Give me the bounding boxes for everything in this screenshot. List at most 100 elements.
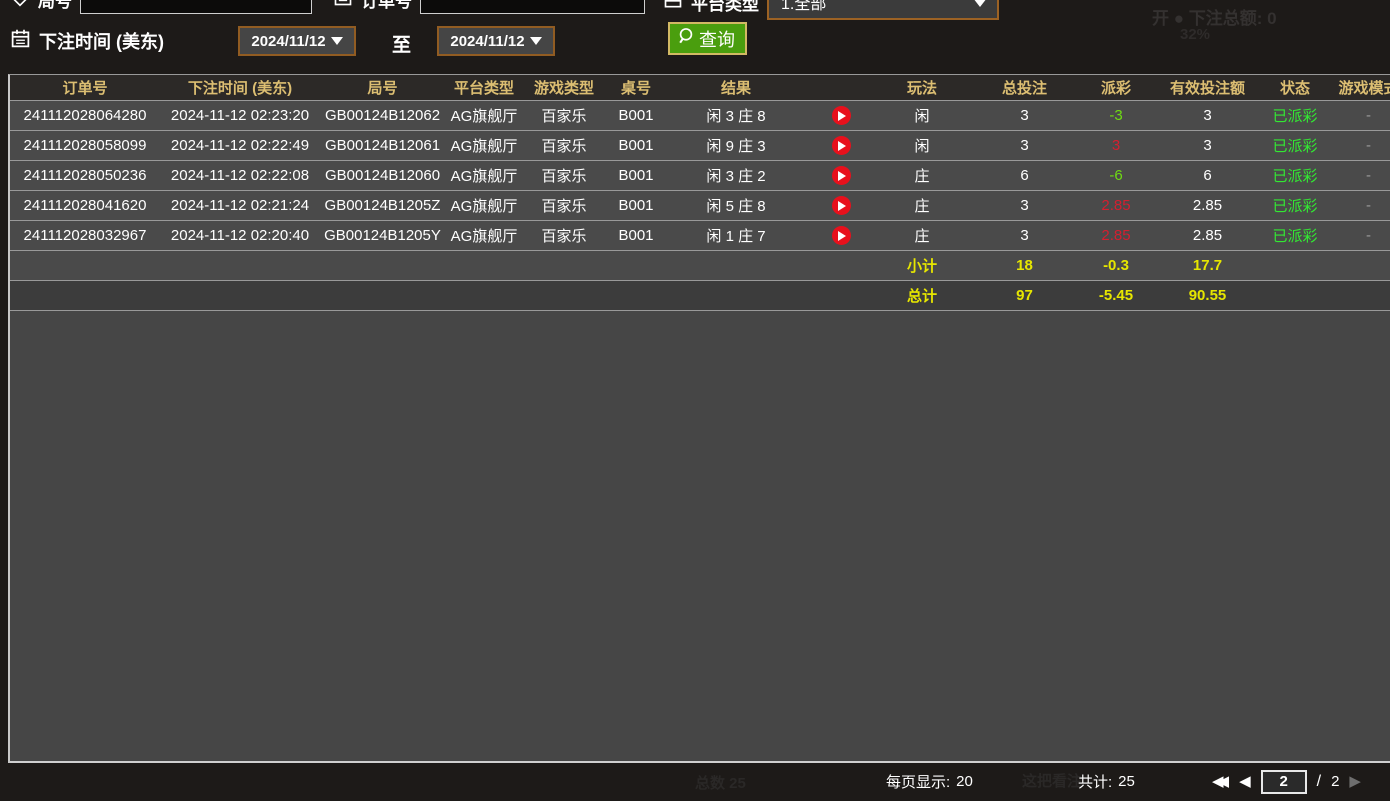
platform-type-label: 平台类型 [691,0,759,15]
cell-table-no: B001 [605,161,667,191]
cell-mode: - [1325,101,1390,131]
platform-type-select[interactable]: 1.全部 [767,0,999,20]
chevron-down-icon [973,0,987,7]
cell-time: 2024-11-12 02:23:20 [160,101,320,131]
date-from-value: 2024/11/12 [251,33,325,50]
previous-page-icon[interactable]: ◀ [1239,774,1251,789]
cell-mode: - [1325,131,1390,161]
total-count-group: 共计: 25 [1078,762,1135,801]
cell-platform: AG旗舰厅 [445,161,523,191]
cell-status: 已派彩 [1265,161,1325,191]
cell-payout: 2.85 [1082,221,1150,251]
table-header-row: 订单号 下注时间 (美东) 局号 平台类型 游戏类型 桌号 结果 玩法 总投注 … [10,75,1390,101]
cell-platform: AG旗舰厅 [445,191,523,221]
page-total: 2 [1331,773,1339,790]
cell-platform: AG旗舰厅 [445,101,523,131]
cell-total-bet: 3 [967,131,1082,161]
play-video-icon[interactable] [832,226,851,245]
cell-round: GB00124B12060 [320,161,445,191]
cell-time: 2024-11-12 02:22:49 [160,131,320,161]
first-page-icon[interactable]: ◀◀ [1212,774,1229,789]
date-from-picker[interactable]: 2024/11/12 [238,26,356,56]
query-button-label: 查询 [699,26,735,52]
query-button[interactable]: 查询 [668,22,747,55]
col-header-valid-bet: 有效投注额 [1150,75,1265,101]
col-header-order: 订单号 [10,75,160,101]
cell-total-bet: 3 [967,221,1082,251]
per-page-label: 每页显示: [886,771,950,792]
order-number-label: 订单号 [361,0,412,12]
cell-play: 庄 [877,191,967,221]
date-to-picker[interactable]: 2024/11/12 [437,26,555,56]
page-number-input[interactable] [1261,770,1307,794]
col-header-mode: 游戏模式 [1325,75,1390,101]
search-icon [676,26,696,51]
round-number-input[interactable] [80,0,312,14]
total-count-value: 25 [1118,773,1135,790]
cell-valid-bet: 3 [1150,131,1265,161]
cell-valid-bet: 6 [1150,161,1265,191]
cell-result: 闲 5 庄 8 [667,191,805,221]
table-row: 241112028064280 2024-11-12 02:23:20 GB00… [10,101,1390,131]
cell-valid-bet: 2.85 [1150,221,1265,251]
cell-order: 241112028041620 [10,191,160,221]
col-header-video [805,75,877,101]
cell-payout: -3 [1082,101,1150,131]
date-range-to-label: 至 [392,30,411,57]
cell-mode: - [1325,221,1390,251]
filter-bar: 局号 订单号 平台类型 1.全部 下注时间 (美东) 2024/11/12 至 … [0,0,1390,74]
play-video-icon[interactable] [832,106,851,125]
cell-status: 已派彩 [1265,221,1325,251]
col-header-platform: 平台类型 [445,75,523,101]
cell-game: 百家乐 [523,191,605,221]
cell-game: 百家乐 [523,101,605,131]
cell-total-bet: 3 [967,101,1082,131]
col-header-total-bet: 总投注 [967,75,1082,101]
play-video-icon[interactable] [832,136,851,155]
cell-total-bet: 3 [967,191,1082,221]
date-to-value: 2024/11/12 [450,33,524,50]
cell-payout: 2.85 [1082,191,1150,221]
total-label: 总计 [877,281,967,311]
play-video-icon[interactable] [832,196,851,215]
cell-play: 闲 [877,131,967,161]
cell-table-no: B001 [605,131,667,161]
subtotal-label: 小计 [877,251,967,281]
filter-bet-time: 下注时间 (美东) [10,28,164,54]
total-row: 总计 97 -5.45 90.55 [10,281,1390,311]
cell-order: 241112028064280 [10,101,160,131]
cell-round: GB00124B1205Y [320,221,445,251]
next-page-icon[interactable]: ▶ [1349,774,1361,789]
order-number-input[interactable] [420,0,645,14]
total-count-label: 共计: [1078,771,1112,792]
table-row: 241112028050236 2024-11-12 02:22:08 GB00… [10,161,1390,191]
col-header-table-no: 桌号 [605,75,667,101]
col-header-game: 游戏类型 [523,75,605,101]
col-header-result: 结果 [667,75,805,101]
cell-order: 241112028050236 [10,161,160,191]
cell-result: 闲 3 庄 8 [667,101,805,131]
per-page-group: 每页显示: 20 [886,762,973,801]
table-row: 241112028058099 2024-11-12 02:22:49 GB00… [10,131,1390,161]
cell-round: GB00124B1205Z [320,191,445,221]
filter-order-number: 订单号 [333,0,645,14]
table-row: 241112028032967 2024-11-12 02:20:40 GB00… [10,221,1390,251]
bet-records-table: 订单号 下注时间 (美东) 局号 平台类型 游戏类型 桌号 结果 玩法 总投注 … [8,74,1390,763]
cell-payout: -6 [1082,161,1150,191]
cell-platform: AG旗舰厅 [445,131,523,161]
cell-play: 庄 [877,161,967,191]
bet-time-label: 下注时间 (美东) [39,28,164,54]
cell-time: 2024-11-12 02:20:40 [160,221,320,251]
page-separator: / [1317,773,1321,791]
cell-status: 已派彩 [1265,101,1325,131]
subtotal-valid-bet: 17.7 [1150,251,1265,281]
filter-round-number: 局号 [10,0,312,14]
total-total-bet: 97 [967,281,1082,311]
cell-time: 2024-11-12 02:22:08 [160,161,320,191]
cell-platform: AG旗舰厅 [445,221,523,251]
play-video-icon[interactable] [832,166,851,185]
calendar-icon [10,28,31,54]
cell-payout: 3 [1082,131,1150,161]
cell-result: 闲 1 庄 7 [667,221,805,251]
diamond-icon [10,0,30,12]
